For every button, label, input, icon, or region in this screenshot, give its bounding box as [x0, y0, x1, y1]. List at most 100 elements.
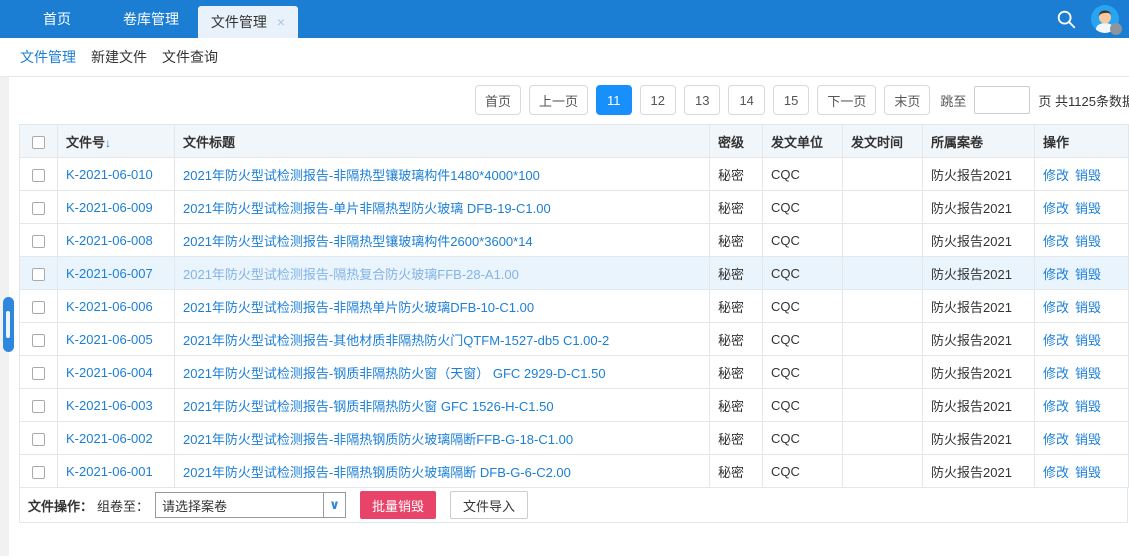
edit-link[interactable]: 修改	[1043, 432, 1069, 447]
destroy-link[interactable]: 销毁	[1075, 366, 1101, 381]
header-file-title: 文件标题	[175, 125, 710, 158]
edit-link[interactable]: 修改	[1043, 201, 1069, 216]
file-number-link[interactable]: K-2021-06-010	[66, 167, 153, 182]
destroy-link[interactable]: 销毁	[1075, 201, 1101, 216]
batch-destroy-button[interactable]: 批量销毁	[360, 491, 436, 519]
search-icon[interactable]	[1055, 8, 1077, 30]
row-select-cell	[20, 389, 58, 422]
file-title-link[interactable]: 2021年防火型试检测报告-非隔热型镶玻璃构件1480*4000*100	[183, 168, 540, 183]
file-number-link[interactable]: K-2021-06-009	[66, 200, 153, 215]
user-avatar[interactable]	[1091, 5, 1119, 33]
row-checkbox[interactable]	[32, 466, 45, 479]
edit-link[interactable]: 修改	[1043, 300, 1069, 315]
header-file-number-label: 文件号	[66, 135, 105, 150]
row-select-cell	[20, 422, 58, 455]
edit-link[interactable]: 修改	[1043, 234, 1069, 249]
edit-link[interactable]: 修改	[1043, 366, 1069, 381]
jump-page-input[interactable]	[974, 86, 1030, 114]
row-checkbox[interactable]	[32, 301, 45, 314]
page-button-15[interactable]: 15	[773, 85, 809, 115]
file-number-cell: K-2021-06-005	[58, 323, 175, 356]
page-prev-button[interactable]: 上一页	[529, 85, 588, 115]
destroy-link[interactable]: 销毁	[1075, 432, 1101, 447]
destroy-link[interactable]: 销毁	[1075, 333, 1101, 348]
file-number-link[interactable]: K-2021-06-001	[66, 464, 153, 479]
file-title-link[interactable]: 2021年防火型试检测报告-钢质非隔热防火窗（天窗） GFC 2929-D-C1…	[183, 366, 606, 381]
edit-link[interactable]: 修改	[1043, 399, 1069, 414]
file-title-link[interactable]: 2021年防火型试检测报告-钢质非隔热防火窗 GFC 1526-H-C1.50	[183, 399, 554, 414]
issuing-unit-cell: CQC	[763, 224, 843, 257]
file-number-link[interactable]: K-2021-06-005	[66, 332, 153, 347]
group-to-label: 组卷至：	[97, 496, 149, 515]
row-checkbox[interactable]	[32, 268, 45, 281]
page-last-button[interactable]: 末页	[884, 85, 930, 115]
file-import-button[interactable]: 文件导入	[450, 491, 528, 519]
edit-link[interactable]: 修改	[1043, 333, 1069, 348]
archive-select[interactable]: 请选择案卷 ∨	[155, 492, 346, 518]
file-title-link[interactable]: 2021年防火型试检测报告-单片非隔热型防火玻璃 DFB-19-C1.00	[183, 201, 551, 216]
file-title-link[interactable]: 2021年防火型试检测报告-非隔热钢质防火玻璃隔断 DFB-G-6-C2.00	[183, 465, 571, 480]
destroy-link[interactable]: 销毁	[1075, 399, 1101, 414]
edit-link[interactable]: 修改	[1043, 168, 1069, 183]
archive-cell: 防火报告2021	[923, 323, 1035, 356]
select-all-checkbox[interactable]	[32, 136, 45, 149]
file-number-cell: K-2021-06-006	[58, 290, 175, 323]
edit-link[interactable]: 修改	[1043, 267, 1069, 282]
secrecy-level-cell: 秘密	[710, 389, 763, 422]
file-title-link[interactable]: 2021年防火型试检测报告-其他材质非隔热防火门QTFM-1527-db5 C1…	[183, 333, 609, 348]
row-checkbox[interactable]	[32, 202, 45, 215]
page-next-button[interactable]: 下一页	[817, 85, 876, 115]
table-row: K-2021-06-005 2021年防火型试检测报告-其他材质非隔热防火门QTF…	[20, 323, 1129, 356]
menu-item-文件查询[interactable]: 文件查询	[162, 47, 218, 67]
file-title-link[interactable]: 2021年防火型试检测报告-非隔热钢质防火玻璃隔断FFB-G-18-C1.00	[183, 432, 573, 447]
operations-cell: 修改销毁	[1035, 290, 1129, 323]
row-checkbox[interactable]	[32, 169, 45, 182]
destroy-link[interactable]: 销毁	[1075, 465, 1101, 480]
table-row: K-2021-06-001 2021年防火型试检测报告-非隔热钢质防火玻璃隔断 D…	[20, 455, 1129, 488]
destroy-link[interactable]: 销毁	[1075, 267, 1101, 282]
status-badge	[1110, 23, 1122, 35]
destroy-link[interactable]: 销毁	[1075, 234, 1101, 249]
menu-item-新建文件[interactable]: 新建文件	[91, 47, 147, 67]
tab-首页[interactable]: 首页	[10, 0, 104, 38]
tab-卷库管理[interactable]: 卷库管理	[104, 0, 198, 38]
file-title-link[interactable]: 2021年防火型试检测报告-非隔热型镶玻璃构件2600*3600*14	[183, 234, 533, 249]
file-title-link[interactable]: 2021年防火型试检测报告-隔热复合防火玻璃FFB-28-A1.00	[183, 267, 519, 282]
page-first-button[interactable]: 首页	[475, 85, 521, 115]
issuing-unit-cell: CQC	[763, 191, 843, 224]
sidebar-drawer-handle[interactable]	[3, 297, 14, 352]
file-number-link[interactable]: K-2021-06-008	[66, 233, 153, 248]
edit-link[interactable]: 修改	[1043, 465, 1069, 480]
row-checkbox[interactable]	[32, 367, 45, 380]
page-button-11[interactable]: 11	[596, 85, 632, 115]
file-number-cell: K-2021-06-007	[58, 257, 175, 290]
page-button-14[interactable]: 14	[728, 85, 764, 115]
secrecy-level-cell: 秘密	[710, 290, 763, 323]
row-checkbox[interactable]	[32, 235, 45, 248]
file-number-link[interactable]: K-2021-06-007	[66, 266, 153, 281]
menu-item-文件管理[interactable]: 文件管理	[20, 47, 76, 67]
tab-文件管理[interactable]: 文件管理×	[198, 6, 298, 38]
issue-time-cell	[843, 191, 923, 224]
page-button-13[interactable]: 13	[684, 85, 720, 115]
row-checkbox[interactable]	[32, 400, 45, 413]
file-title-link[interactable]: 2021年防火型试检测报告-非隔热单片防火玻璃DFB-10-C1.00	[183, 300, 534, 315]
pagination: 首页上一页1112131415下一页末页跳至页 共1125条数据	[19, 85, 1129, 115]
file-number-link[interactable]: K-2021-06-006	[66, 299, 153, 314]
file-number-link[interactable]: K-2021-06-002	[66, 431, 153, 446]
row-checkbox[interactable]	[32, 433, 45, 446]
close-icon[interactable]: ×	[277, 15, 285, 29]
row-checkbox[interactable]	[32, 334, 45, 347]
file-title-cell: 2021年防火型试检测报告-单片非隔热型防火玻璃 DFB-19-C1.00	[175, 191, 710, 224]
file-number-link[interactable]: K-2021-06-004	[66, 365, 153, 380]
file-number-link[interactable]: K-2021-06-003	[66, 398, 153, 413]
destroy-link[interactable]: 销毁	[1075, 300, 1101, 315]
header-file-number[interactable]: 文件号↓	[58, 125, 175, 158]
issue-time-cell	[843, 257, 923, 290]
page-button-12[interactable]: 12	[640, 85, 676, 115]
destroy-link[interactable]: 销毁	[1075, 168, 1101, 183]
secrecy-level-cell: 秘密	[710, 356, 763, 389]
file-title-cell: 2021年防火型试检测报告-非隔热单片防火玻璃DFB-10-C1.00	[175, 290, 710, 323]
header-issue-time: 发文时间	[843, 125, 923, 158]
operations-cell: 修改销毁	[1035, 422, 1129, 455]
